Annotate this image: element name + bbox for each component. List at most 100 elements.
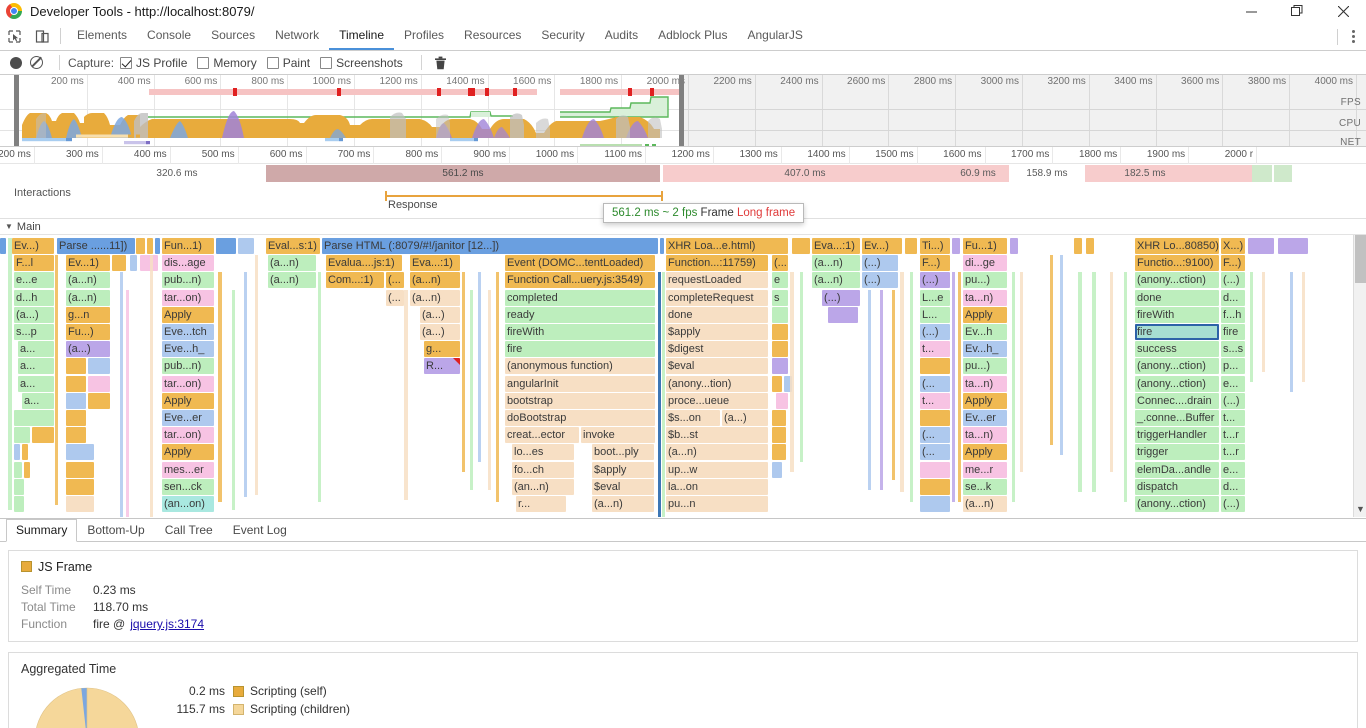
flame-sliver[interactable] [255,255,258,496]
flame-block[interactable] [772,375,782,392]
chevron-down-icon[interactable]: ▼ [5,222,13,231]
flame-block[interactable]: (a...n) [66,272,110,289]
flame-block[interactable]: (...) [1221,392,1245,409]
flame-block[interactable] [88,392,110,409]
flame-sliver[interactable] [800,272,803,463]
flame-block[interactable] [920,496,950,512]
tab-network[interactable]: Network [265,22,329,50]
flame-block[interactable]: se...k [963,478,1007,495]
flame-sliver[interactable] [496,272,499,503]
flame-block[interactable]: e...e [14,272,54,289]
flame-block[interactable] [1086,238,1094,254]
inspect-element-icon[interactable] [0,22,28,50]
tab-security[interactable]: Security [531,22,594,50]
flame-block[interactable]: Event (DOMC...tentLoaded) [505,255,655,272]
flame-block[interactable] [66,358,86,375]
flame-sliver[interactable] [1110,272,1113,473]
flame-block[interactable] [920,410,950,426]
flame-block[interactable] [828,306,858,323]
flame-sliver[interactable] [126,289,129,517]
checkbox-screenshots[interactable] [320,56,333,69]
maximize-button[interactable] [1274,0,1320,22]
flame-block[interactable] [112,255,126,272]
flame-block[interactable]: (... [920,444,950,461]
flame-block[interactable]: (...) [1221,272,1245,289]
flame-block[interactable]: R... [424,358,460,375]
flame-block[interactable]: (anony...ction) [1135,272,1219,289]
flame-block[interactable]: tar...on) [162,427,214,444]
flame-block[interactable]: (anony...ction) [1135,358,1219,375]
flame-block[interactable]: invoke [581,427,655,444]
tab-adblock-plus[interactable]: Adblock Plus [648,22,737,50]
close-button[interactable] [1320,0,1366,22]
frame-bar[interactable]: 561.2 ms [266,165,660,182]
flame-block[interactable]: Ev...1) [66,255,110,272]
flame-block[interactable]: g... [424,341,460,358]
flame-block[interactable]: Ev...) [12,238,54,254]
flame-sliver[interactable] [892,289,895,480]
flame-block[interactable]: di...ge [963,255,1007,272]
flame-sliver[interactable] [958,272,961,503]
flame-block[interactable] [14,496,24,512]
flame-block[interactable]: $apply [592,461,654,478]
flame-block[interactable]: p... [1221,358,1245,375]
flame-block[interactable]: Apply [162,306,214,323]
flame-block[interactable]: triggerHandler [1135,427,1219,444]
flame-block[interactable]: me...r [963,461,1007,478]
scrollbar-thumb[interactable] [1355,235,1366,283]
flame-block[interactable]: (...) [920,324,950,340]
flame-block[interactable] [772,410,786,426]
flame-block[interactable]: X...) [1221,238,1245,254]
flame-sliver[interactable] [658,272,661,517]
flame-block[interactable]: creat...ector [505,427,579,444]
flame-block[interactable]: Function...:11759) [666,255,768,272]
flame-block[interactable]: tar...on) [162,289,214,306]
flame-block[interactable]: angularInit [505,375,655,392]
capture-option-memory[interactable]: Memory [197,56,257,70]
flame-block[interactable]: (anonymous function) [505,358,655,375]
flame-block[interactable]: completed [505,289,655,306]
flame-block[interactable]: $eval [592,478,654,495]
flame-block[interactable]: a... [22,392,54,409]
flame-sliver[interactable] [662,272,665,517]
flame-block[interactable]: t...r [1221,444,1245,461]
flame-block[interactable]: (a...n) [268,272,316,289]
flame-block[interactable] [32,427,54,444]
flame-block[interactable] [776,392,788,409]
flame-block[interactable]: (a...) [420,324,460,340]
flame-block[interactable]: dis...age [162,255,214,272]
flame-block[interactable]: Functio...:9100) [1135,255,1219,272]
flame-sliver[interactable] [462,272,465,473]
flame-block[interactable]: ta...n) [963,427,1007,444]
flame-block[interactable]: (a...n) [66,289,110,306]
flame-block[interactable]: Evalua....js:1) [326,255,402,272]
flame-block[interactable] [952,238,960,254]
tab-angularjs[interactable]: AngularJS [737,22,812,50]
flame-block[interactable]: F...) [1221,255,1245,272]
flame-block[interactable]: Apply [162,444,214,461]
flame-block[interactable]: (...) [862,272,898,289]
flame-block[interactable]: d...h [14,289,54,306]
flame-block[interactable] [14,410,54,426]
flame-block[interactable]: requestLoaded [666,272,768,289]
flame-block[interactable]: Apply [963,392,1007,409]
flame-block[interactable]: (a...n) [410,289,460,306]
flame-block[interactable]: elemDa...andle [1135,461,1219,478]
flame-block[interactable]: fo...ch [512,461,574,478]
flame-block[interactable]: Eve...h_ [162,341,214,358]
flame-sliver[interactable] [1012,272,1015,503]
flame-block[interactable] [66,427,86,444]
flame-block[interactable]: (an...n) [512,478,574,495]
flame-block[interactable]: (a...) [722,410,768,426]
flame-block[interactable] [66,392,86,409]
flame-block[interactable]: (... [920,375,950,392]
flame-block[interactable] [238,238,254,254]
flame-block[interactable] [920,358,950,375]
flame-block[interactable]: fireWith [505,324,655,340]
frame-bar[interactable] [1274,165,1292,182]
flame-block[interactable]: lo...es [512,444,574,461]
flame-block[interactable]: (... [386,289,404,306]
flame-sliver[interactable] [232,289,235,510]
flame-block[interactable]: f...h [1221,306,1245,323]
flame-block[interactable]: Parse ......11]) [57,238,135,254]
